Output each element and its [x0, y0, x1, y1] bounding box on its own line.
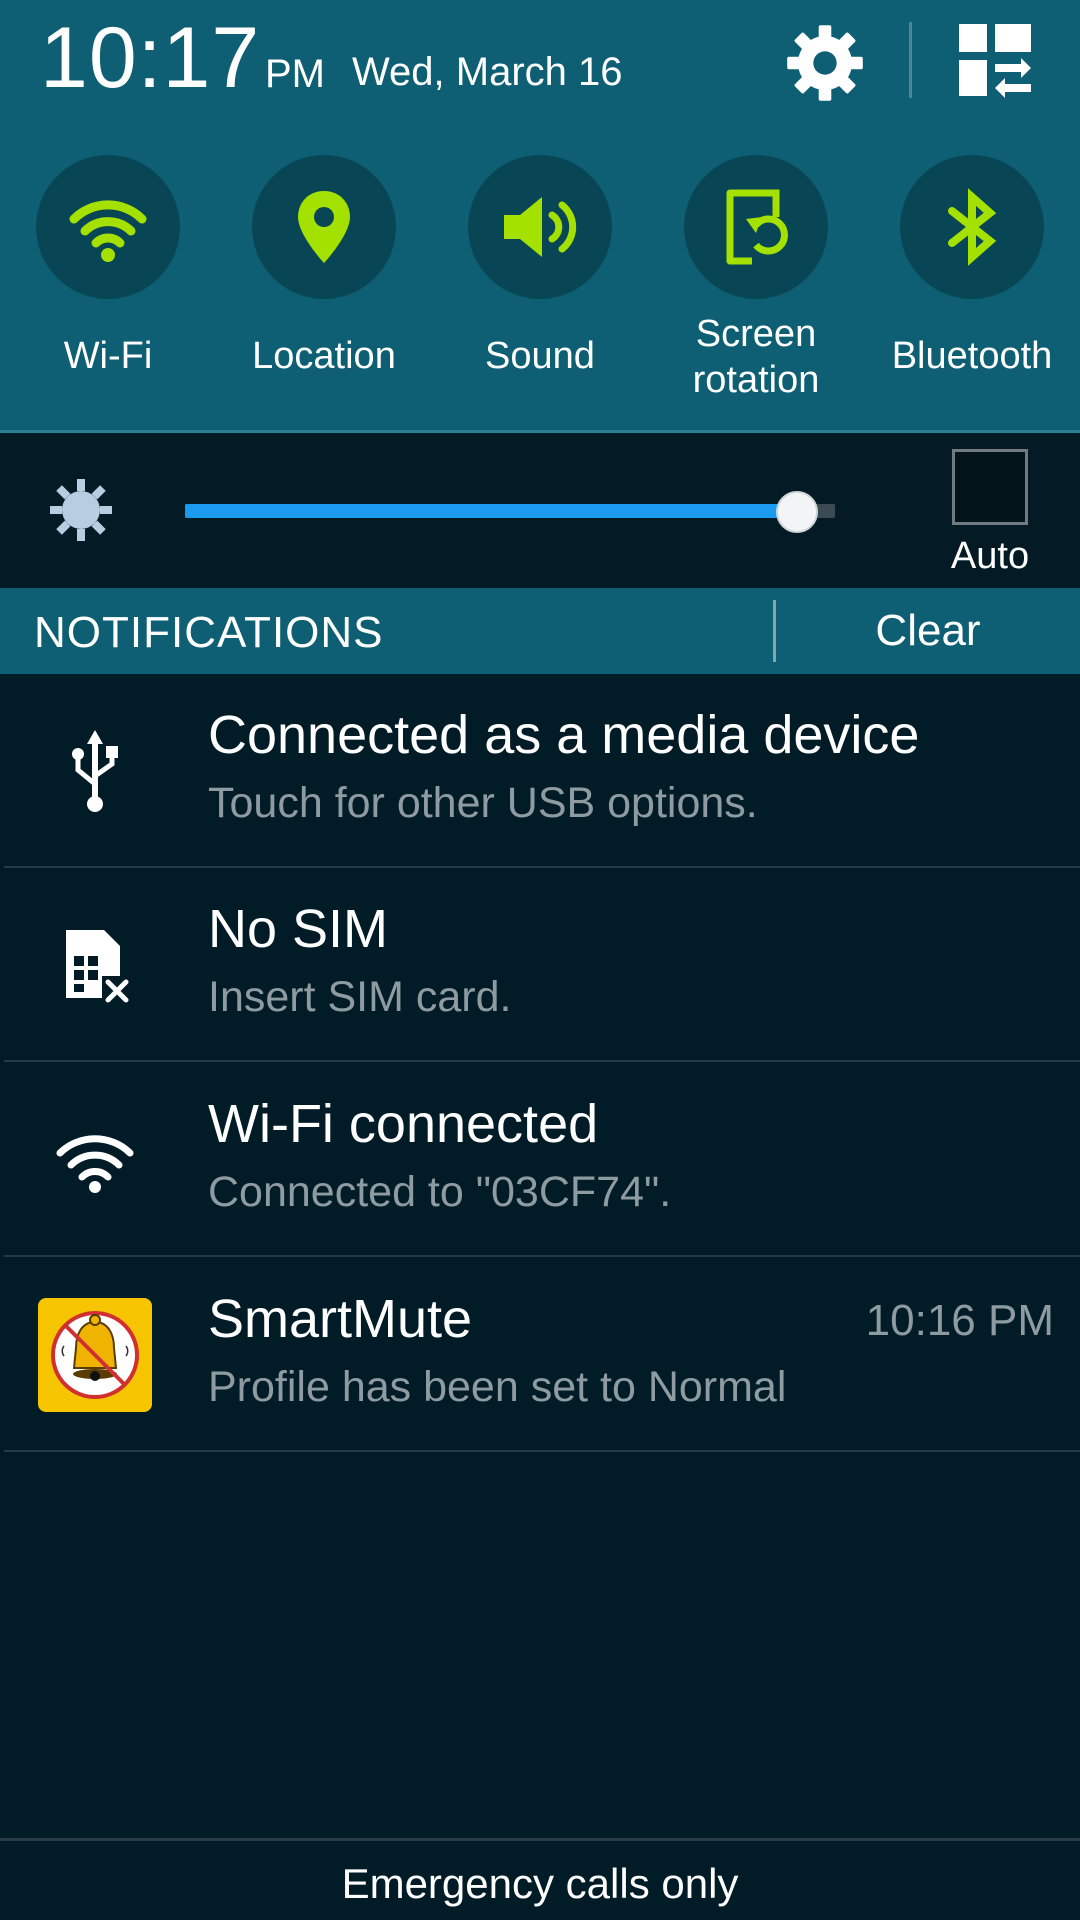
qs-screen-rotation-line1: Screen	[695, 313, 817, 355]
brightness-slider[interactable]	[185, 491, 835, 533]
qs-wifi-circle[interactable]	[36, 155, 180, 299]
notification-title: Wi-Fi connected	[208, 1094, 599, 1154]
qs-sound[interactable]: Sound	[432, 155, 648, 415]
qs-wifi-label: Wi-Fi	[63, 335, 153, 377]
qs-screen-rotation-circle[interactable]	[684, 155, 828, 299]
notifications-header: NOTIFICATIONS Clear	[0, 588, 1080, 674]
notification-smartmute[interactable]: SmartMute Profile has been set to Normal…	[0, 1258, 1080, 1452]
qs-location-circle[interactable]	[252, 155, 396, 299]
qs-sound-circle[interactable]	[468, 155, 612, 299]
settings-button[interactable]	[780, 18, 870, 108]
clock-ampm: PM	[265, 52, 325, 96]
brightness-icon	[50, 479, 112, 541]
gear-icon	[787, 25, 863, 101]
notification-subtitle: Connected to "03CF74".	[208, 1168, 672, 1216]
header-divider	[909, 22, 912, 98]
brightness-row: Auto	[0, 433, 1080, 588]
auto-brightness-label: Auto	[950, 535, 1030, 577]
qs-wifi[interactable]: Wi-Fi	[0, 155, 216, 415]
notification-title: SmartMute	[208, 1289, 473, 1349]
qs-bluetooth-label: Bluetooth	[891, 335, 1053, 377]
qs-screen-rotation-line2: rotation	[692, 359, 820, 401]
notifications-title: NOTIFICATIONS	[34, 608, 384, 657]
auto-brightness-checkbox[interactable]	[952, 449, 1028, 525]
quick-panel: 10:17 PM Wed, March 16 Wi-Fi Location So…	[0, 0, 1080, 430]
clock-time: 10:17	[40, 10, 261, 106]
notification-wifi[interactable]: Wi-Fi connected Connected to "03CF74".	[0, 1063, 1080, 1257]
carrier-status: Emergency calls only	[341, 1860, 739, 1907]
no-sim-icon	[66, 930, 132, 1006]
grid-edit-icon	[959, 24, 1031, 98]
notification-title: Connected as a media device	[208, 705, 920, 765]
notification-subtitle: Touch for other USB options.	[208, 779, 758, 827]
location-pin-icon	[298, 191, 350, 263]
usb-icon	[72, 730, 118, 812]
qs-location[interactable]: Location	[216, 155, 432, 415]
notification-usb[interactable]: Connected as a media device Touch for ot…	[0, 674, 1080, 868]
screen-rotation-icon	[726, 189, 788, 265]
notification-title: No SIM	[208, 899, 389, 959]
brightness-slider-thumb[interactable]	[776, 491, 818, 533]
bluetooth-icon	[948, 188, 997, 266]
notification-no-sim[interactable]: No SIM Insert SIM card.	[0, 868, 1080, 1062]
smartmute-app-icon	[38, 1298, 152, 1412]
qs-sound-label: Sound	[485, 335, 595, 377]
qs-screen-rotation-label: Screen rotation	[648, 311, 864, 403]
wifi-icon	[56, 1135, 134, 1193]
qs-location-label: Location	[252, 335, 396, 377]
wifi-icon	[69, 200, 147, 262]
notification-subtitle: Insert SIM card.	[208, 973, 512, 1021]
notification-time: 10:16 PM	[865, 1296, 1054, 1345]
date-label: Wed, March 16	[352, 50, 623, 94]
footer-divider	[0, 1838, 1080, 1841]
qs-bluetooth-circle[interactable]	[900, 155, 1044, 299]
brightness-slider-fill	[185, 504, 796, 518]
qs-screen-rotation[interactable]: Screen rotation	[648, 155, 864, 415]
speaker-icon	[504, 197, 577, 257]
qs-bluetooth[interactable]: Bluetooth	[864, 155, 1080, 415]
edit-quick-settings-button[interactable]	[955, 20, 1035, 100]
notification-subtitle: Profile has been set to Normal	[208, 1363, 787, 1411]
clear-button[interactable]: Clear	[776, 588, 1080, 674]
